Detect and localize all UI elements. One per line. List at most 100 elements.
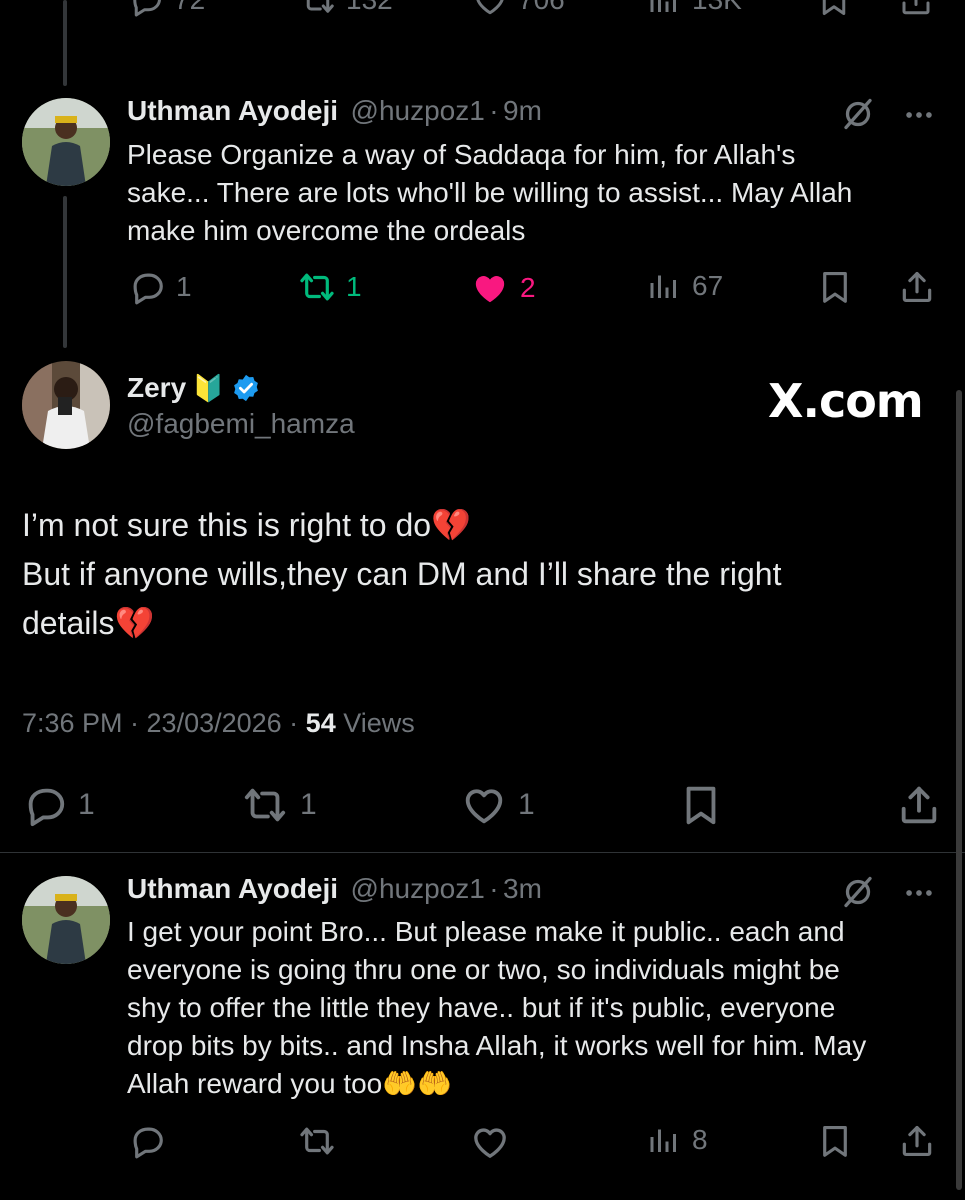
reply2-text: I get your point Bro... But please make … bbox=[127, 913, 947, 1103]
grok-icon[interactable] bbox=[840, 96, 876, 132]
reply2-author-name[interactable]: Uthman Ayodeji bbox=[127, 873, 338, 904]
main-timestamp-row: 7:36 PM · 23/03/2026 · 54 Views bbox=[22, 708, 415, 739]
reply-icon bbox=[128, 0, 164, 18]
reply2-bookmark-button[interactable] bbox=[816, 1122, 854, 1160]
repost-icon bbox=[298, 1122, 336, 1160]
main-text-line: But if anyone wills,they can DM and I’ll… bbox=[22, 556, 782, 592]
main-text-line: I’m not sure this is right to do💔 bbox=[22, 507, 471, 543]
views-icon bbox=[646, 0, 682, 18]
top-action-bar: 72 132 706 13K bbox=[0, 0, 965, 42]
more-icon[interactable] bbox=[902, 98, 936, 132]
reply2-views-button[interactable]: 8 bbox=[646, 1122, 708, 1158]
reply1-separator: · bbox=[489, 95, 499, 126]
reply1-like-count: 2 bbox=[520, 272, 536, 303]
reply1-repost-button[interactable]: 1 bbox=[298, 268, 362, 306]
like-icon bbox=[472, 0, 508, 18]
reply1-author-name[interactable]: Uthman Ayodeji bbox=[127, 95, 338, 126]
reply1-share-button[interactable] bbox=[898, 268, 936, 306]
reply2-text-line: I get your point Bro... But please make … bbox=[127, 916, 845, 947]
verified-icon bbox=[231, 373, 261, 403]
reply-icon bbox=[128, 1122, 166, 1160]
repost-icon bbox=[298, 268, 336, 306]
reply2-views-count: 8 bbox=[692, 1124, 708, 1155]
top-repost-button[interactable]: 132 bbox=[300, 0, 393, 18]
top-repost-count: 132 bbox=[346, 0, 393, 16]
like-icon bbox=[470, 1122, 510, 1162]
reply2-avatar[interactable] bbox=[22, 876, 110, 964]
reply-icon bbox=[22, 782, 68, 828]
reply2-header: Uthman Ayodeji @huzpoz1 · 3m bbox=[127, 873, 827, 909]
share-icon bbox=[896, 782, 942, 828]
top-like-count: 706 bbox=[518, 0, 565, 16]
reply2-time[interactable]: 3m bbox=[503, 873, 542, 904]
reply1-views-button[interactable]: 67 bbox=[646, 268, 723, 304]
reply2-separator: · bbox=[489, 873, 499, 904]
reply2-handle[interactable]: @huzpoz1 bbox=[351, 873, 485, 904]
reply1-handle[interactable]: @huzpoz1 bbox=[351, 95, 485, 126]
top-share-button[interactable] bbox=[898, 0, 934, 18]
reply2-reply-button[interactable] bbox=[128, 1122, 166, 1160]
main-reply-count: 1 bbox=[78, 788, 95, 821]
like-icon bbox=[470, 268, 510, 308]
badge-emoji: 🔰 bbox=[192, 372, 225, 403]
scrollbar[interactable] bbox=[956, 390, 962, 1190]
more-icon[interactable] bbox=[902, 876, 936, 910]
reply-icon bbox=[128, 268, 166, 306]
share-icon bbox=[898, 268, 936, 306]
x-com-watermark: X.com bbox=[768, 374, 924, 428]
reply2-text-line: shy to offer the little they have.. but … bbox=[127, 992, 836, 1023]
main-tweet-text: I’m not sure this is right to do💔 But if… bbox=[22, 501, 942, 648]
reply2-text-line: drop bits by bits.. and Insha Allah, it … bbox=[127, 1030, 867, 1061]
thread-line-middle bbox=[63, 196, 67, 348]
views-icon bbox=[646, 268, 682, 304]
reply1-views-count: 67 bbox=[692, 270, 724, 301]
reply2-repost-button[interactable] bbox=[298, 1122, 336, 1160]
reply2-like-button[interactable] bbox=[470, 1122, 510, 1162]
top-views-count: 13K bbox=[692, 0, 742, 16]
main-timestamp[interactable]: 7:36 PM · 23/03/2026 · bbox=[22, 708, 306, 738]
reply1-bookmark-button[interactable] bbox=[816, 268, 854, 306]
bookmark-icon bbox=[678, 782, 724, 828]
reply2-share-button[interactable] bbox=[898, 1122, 936, 1160]
main-like-button[interactable]: 1 bbox=[460, 782, 535, 828]
reply1-reply-button[interactable]: 1 bbox=[128, 268, 192, 306]
top-like-button[interactable]: 706 bbox=[472, 0, 565, 18]
reply1-text: Please Organize a way of Saddaqa for him… bbox=[127, 136, 947, 250]
main-views-count[interactable]: 54 bbox=[306, 708, 336, 738]
main-views-label[interactable]: Views bbox=[336, 708, 415, 738]
main-like-count: 1 bbox=[518, 788, 535, 821]
bookmark-icon bbox=[816, 0, 852, 18]
reply1-avatar[interactable] bbox=[22, 98, 110, 186]
main-handle[interactable]: @fagbemi_hamza bbox=[127, 408, 355, 440]
top-reply-button[interactable]: 72 bbox=[128, 0, 205, 18]
bookmark-icon bbox=[816, 1122, 854, 1160]
main-repost-count: 1 bbox=[300, 788, 317, 821]
share-icon bbox=[898, 1122, 936, 1160]
main-repost-button[interactable]: 1 bbox=[240, 782, 317, 828]
reply1-like-button[interactable]: 2 bbox=[470, 268, 536, 308]
main-author-name[interactable]: Zery bbox=[127, 372, 186, 404]
main-avatar[interactable] bbox=[22, 361, 110, 449]
reply2-text-line: everyone is going thru one or two, so in… bbox=[127, 954, 840, 985]
views-icon bbox=[646, 1122, 682, 1158]
repost-icon bbox=[300, 0, 336, 18]
reply2-text-line: Allah reward you too🤲🤲 bbox=[127, 1068, 452, 1099]
main-share-button[interactable] bbox=[896, 782, 942, 828]
reply1-text-line: sake... There are lots who'll be willing… bbox=[127, 177, 853, 208]
share-icon bbox=[898, 0, 934, 18]
repost-icon bbox=[240, 782, 290, 828]
top-reply-count: 72 bbox=[174, 0, 205, 16]
top-bookmark-button[interactable] bbox=[816, 0, 852, 18]
top-views-button[interactable]: 13K bbox=[646, 0, 742, 18]
reply1-repost-count: 1 bbox=[346, 271, 362, 302]
main-header: Zery 🔰 bbox=[127, 370, 261, 406]
divider bbox=[0, 852, 965, 853]
reply1-reply-count: 1 bbox=[176, 271, 192, 302]
main-bookmark-button[interactable] bbox=[678, 782, 724, 828]
grok-icon[interactable] bbox=[840, 874, 876, 910]
reply1-text-line: make him overcome the ordeals bbox=[127, 215, 526, 246]
reply1-time[interactable]: 9m bbox=[503, 95, 542, 126]
main-text-line: details💔 bbox=[22, 605, 155, 641]
reply1-header: Uthman Ayodeji @huzpoz1 · 9m bbox=[127, 95, 827, 131]
main-reply-button[interactable]: 1 bbox=[22, 782, 95, 828]
